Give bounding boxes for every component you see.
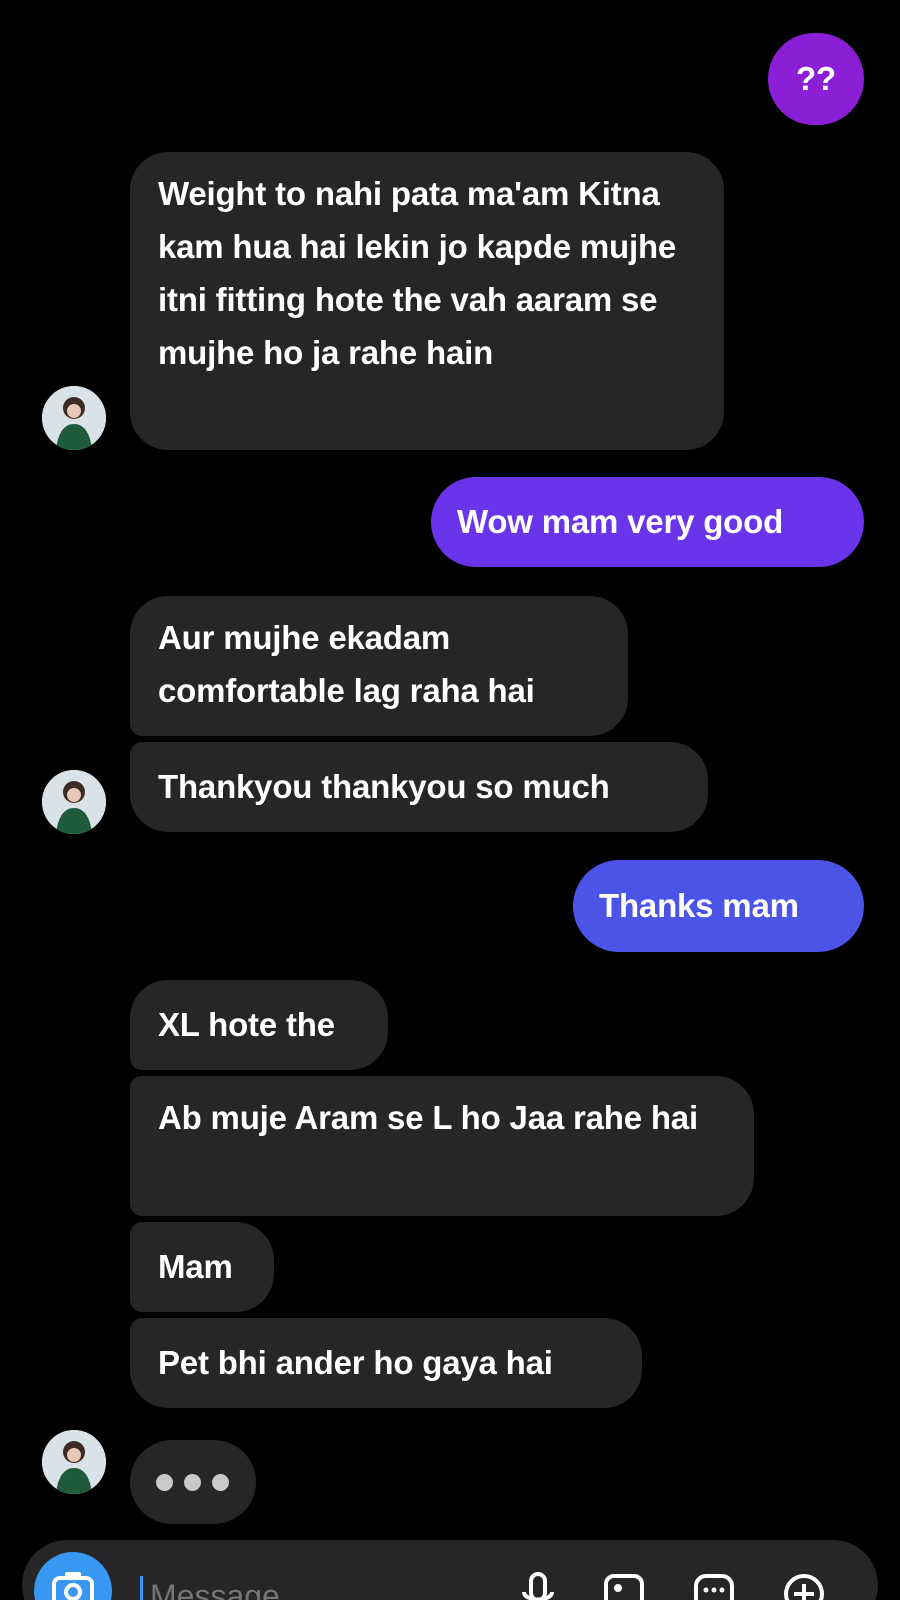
- message-text: Wow mam very good: [457, 503, 784, 540]
- avatar-image: [42, 770, 106, 834]
- incoming-message[interactable]: Aur mujhe ekadam comfortable lag raha ha…: [130, 596, 628, 736]
- message-input[interactable]: [148, 1570, 482, 1600]
- outgoing-message[interactable]: ??: [768, 33, 864, 125]
- message-text: Thanks mam: [599, 887, 799, 924]
- message-text: Aur mujhe ekadam comfortable lag raha ha…: [158, 619, 535, 709]
- message-text: Pet bhi ander ho gaya hai: [158, 1344, 553, 1381]
- avatar-image: [42, 386, 106, 450]
- outgoing-message[interactable]: Thanks mam: [573, 860, 864, 952]
- message-text: Mam: [158, 1248, 233, 1285]
- camera-button[interactable]: [34, 1552, 112, 1600]
- contact-avatar[interactable]: [42, 386, 106, 450]
- plus-circle-icon[interactable]: [780, 1568, 828, 1600]
- typing-dot: [184, 1474, 201, 1491]
- message-text: Weight to nahi pata ma'am Kitna kam hua …: [158, 175, 677, 371]
- incoming-message[interactable]: Thankyou thankyou so much: [130, 742, 708, 832]
- text-caret: [140, 1576, 143, 1600]
- message-text: Thankyou thankyou so much: [158, 768, 610, 805]
- gallery-icon[interactable]: [600, 1568, 648, 1600]
- incoming-message[interactable]: Weight to nahi pata ma'am Kitna kam hua …: [130, 152, 724, 450]
- incoming-message[interactable]: XL hote the: [130, 980, 388, 1070]
- sticker-icon[interactable]: [690, 1568, 738, 1600]
- typing-dot: [156, 1474, 173, 1491]
- incoming-message[interactable]: Mam: [130, 1222, 274, 1312]
- message-text: ??: [796, 60, 836, 97]
- typing-indicator: [130, 1440, 256, 1524]
- chat-screen: ?? Weight to nahi pata ma'am Kitna kam h…: [0, 0, 900, 1600]
- incoming-message[interactable]: Pet bhi ander ho gaya hai: [130, 1318, 642, 1408]
- microphone-icon[interactable]: [514, 1568, 562, 1600]
- message-text: Ab muje Aram se L ho Jaa rahe hai: [158, 1099, 698, 1136]
- contact-avatar[interactable]: [42, 1430, 106, 1494]
- outgoing-message[interactable]: Wow mam very good: [431, 477, 864, 567]
- avatar-image: [42, 1430, 106, 1494]
- contact-avatar[interactable]: [42, 770, 106, 834]
- message-composer: [22, 1540, 878, 1600]
- camera-icon: [52, 1572, 94, 1600]
- incoming-message[interactable]: Ab muje Aram se L ho Jaa rahe hai: [130, 1076, 754, 1216]
- message-text: XL hote the: [158, 1006, 335, 1043]
- typing-dot: [212, 1474, 229, 1491]
